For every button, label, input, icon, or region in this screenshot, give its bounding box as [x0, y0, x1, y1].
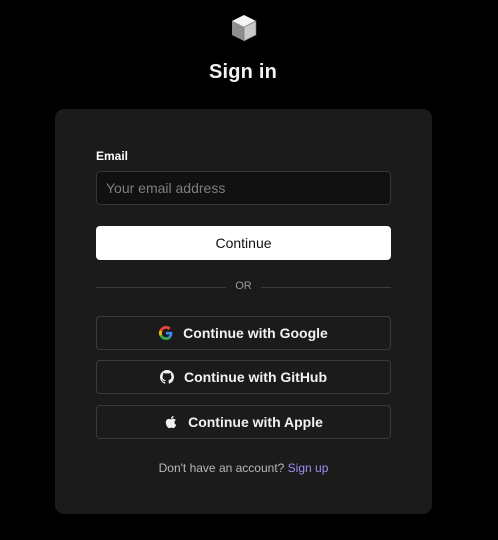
- apple-icon: [165, 415, 177, 429]
- email-field[interactable]: [96, 171, 391, 205]
- continue-button[interactable]: Continue: [96, 226, 391, 260]
- cube-logo-icon: [232, 15, 257, 42]
- github-icon: [159, 370, 174, 384]
- continue-with-google-button[interactable]: Continue with Google: [96, 316, 391, 350]
- continue-with-apple-button[interactable]: Continue with Apple: [96, 405, 391, 439]
- email-label: Email: [96, 149, 129, 163]
- google-button-label: Continue with Google: [183, 325, 328, 341]
- divider-text: OR: [235, 280, 252, 292]
- google-icon: [159, 326, 173, 340]
- continue-with-github-button[interactable]: Continue with GitHub: [96, 360, 391, 394]
- or-divider: OR: [96, 279, 391, 295]
- signup-prompt-row: Don't have an account? Sign up: [55, 461, 432, 475]
- sign-in-card: Email Continue OR Continue with Google C…: [55, 109, 432, 514]
- divider-line-right: [261, 287, 391, 288]
- page-title: Sign in: [208, 61, 278, 83]
- github-button-label: Continue with GitHub: [183, 369, 328, 385]
- apple-button-label: Continue with Apple: [188, 414, 323, 430]
- signup-prompt-text: Don't have an account?: [158, 461, 285, 475]
- sign-up-link[interactable]: Sign up: [288, 461, 329, 475]
